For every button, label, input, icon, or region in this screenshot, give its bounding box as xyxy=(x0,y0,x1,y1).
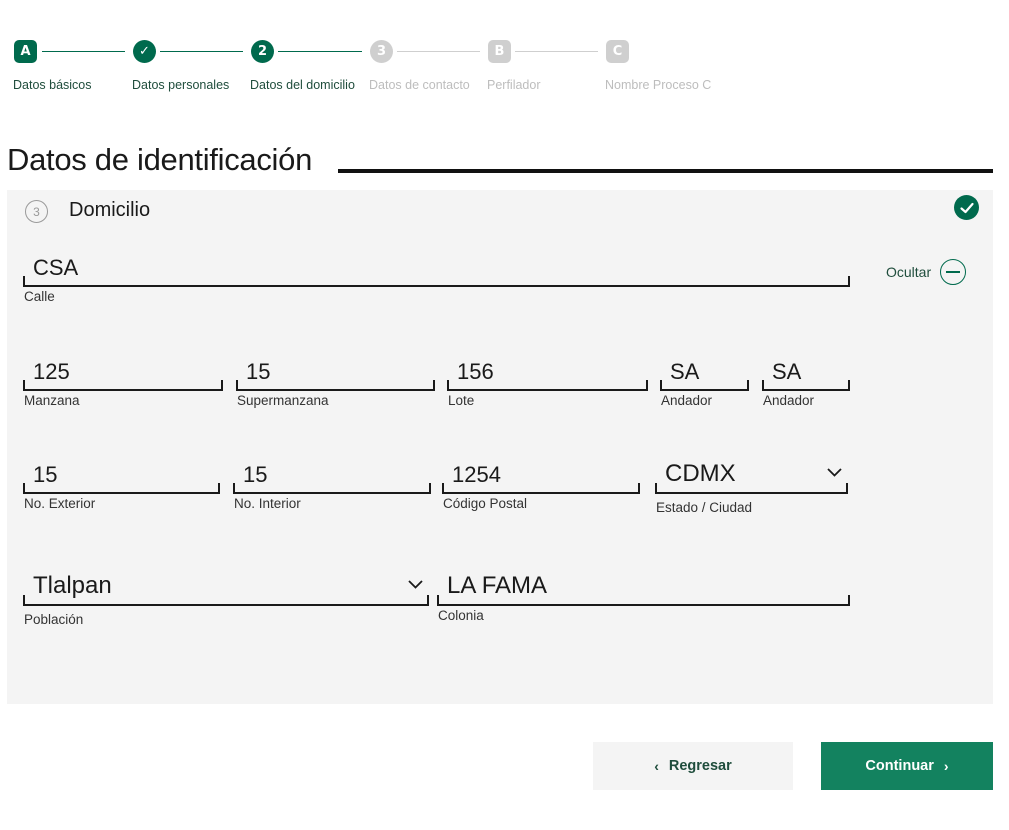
check-icon: ✓ xyxy=(133,40,156,63)
back-button-label: Regresar xyxy=(668,758,732,774)
step-connector xyxy=(397,51,480,52)
step-connector xyxy=(515,51,598,52)
step-label: Nombre Proceso C xyxy=(605,78,712,92)
step-badge: 2 xyxy=(251,40,274,63)
step-connector xyxy=(42,51,125,52)
poblacion-value: Tlalpan xyxy=(33,572,112,599)
step-badge: C xyxy=(606,40,629,63)
poblacion-label: Población xyxy=(24,612,84,627)
continue-button[interactable]: Continuar › xyxy=(821,742,993,790)
hide-label: Ocultar xyxy=(886,264,932,280)
step-label: Datos básicos xyxy=(13,78,92,92)
title-divider xyxy=(338,169,993,173)
codigo-postal-value: 1254 xyxy=(452,462,501,487)
minus-circle-icon xyxy=(940,259,967,285)
andador-field-2[interactable]: SA Andador xyxy=(762,354,850,408)
colonia-field[interactable]: LA FAMA Colonia xyxy=(437,569,850,623)
page-title: Datos de identificación xyxy=(7,142,313,177)
andador-value: SA xyxy=(772,359,802,384)
supermanzana-field[interactable]: 15 Supermanzana xyxy=(236,354,435,408)
continue-button-label: Continuar xyxy=(865,758,934,774)
step-label: Datos de contacto xyxy=(369,78,470,92)
chevron-down-icon xyxy=(827,464,842,482)
manzana-value: 125 xyxy=(33,359,70,384)
no-exterior-value: 15 xyxy=(33,462,58,487)
andador-label: Andador xyxy=(763,393,815,408)
step-datos-contacto: 3 Datos de contacto xyxy=(369,40,470,92)
chevron-left-icon: ‹ xyxy=(654,758,659,774)
check-circle-icon xyxy=(954,195,979,220)
step-badge: A xyxy=(14,40,37,63)
andador-field-1[interactable]: SA Andador xyxy=(660,354,749,408)
estado-value: CDMX xyxy=(665,460,736,487)
card-title: Domicilio xyxy=(69,199,151,221)
supermanzana-value: 15 xyxy=(246,359,271,384)
no-interior-field[interactable]: 15 No. Interior xyxy=(233,457,431,511)
step-connector xyxy=(278,51,362,52)
manzana-field[interactable]: 125 Manzana xyxy=(23,354,223,408)
no-interior-label: No. Interior xyxy=(234,496,301,511)
step-connector xyxy=(160,51,243,52)
colonia-label: Colonia xyxy=(438,608,484,623)
step-datos-personales[interactable]: ✓ Datos personales xyxy=(132,40,229,92)
step-nombre-proceso-c: C Nombre Proceso C xyxy=(605,40,711,92)
no-interior-value: 15 xyxy=(243,462,268,487)
step-badge: B xyxy=(488,40,511,63)
hide-section-toggle[interactable]: Ocultar xyxy=(886,259,967,285)
step-datos-domicilio[interactable]: 2 Datos del domicilio xyxy=(250,40,355,92)
poblacion-select[interactable]: Tlalpan Población xyxy=(23,569,429,627)
supermanzana-label: Supermanzana xyxy=(237,393,329,408)
lote-label: Lote xyxy=(448,393,475,408)
calle-field[interactable]: CSA Calle xyxy=(23,250,850,304)
colonia-value: LA FAMA xyxy=(447,572,548,599)
chevron-right-icon: › xyxy=(943,758,949,774)
no-exterior-field[interactable]: 15 No. Exterior xyxy=(23,457,220,511)
step-label: Datos personales xyxy=(132,78,230,92)
estado-label: Estado / Ciudad xyxy=(656,500,753,515)
andador-label: Andador xyxy=(661,393,713,408)
lote-field[interactable]: 156 Lote xyxy=(447,354,648,408)
codigo-postal-label: Código Postal xyxy=(443,496,528,511)
andador-value: SA xyxy=(670,359,700,384)
step-label: Perfilador xyxy=(487,78,541,92)
no-exterior-label: No. Exterior xyxy=(24,496,96,511)
codigo-postal-field[interactable]: 1254 Código Postal xyxy=(442,457,640,511)
calle-value: CSA xyxy=(33,255,79,280)
progress-stepper: A Datos básicos ✓ Datos personales 2 Dat… xyxy=(0,0,1009,110)
step-label: Datos del domicilio xyxy=(250,78,355,92)
chevron-down-icon xyxy=(408,576,423,594)
section-number-badge: 3 xyxy=(25,200,48,223)
estado-select[interactable]: CDMX Estado / Ciudad xyxy=(655,457,848,515)
step-perfilador: B Perfilador xyxy=(487,40,541,92)
step-datos-basicos[interactable]: A Datos básicos xyxy=(13,40,92,92)
calle-label: Calle xyxy=(24,289,55,304)
manzana-label: Manzana xyxy=(24,393,80,408)
back-button[interactable]: ‹ Regresar xyxy=(593,742,793,790)
step-badge: 3 xyxy=(370,40,393,63)
lote-value: 156 xyxy=(457,359,494,384)
